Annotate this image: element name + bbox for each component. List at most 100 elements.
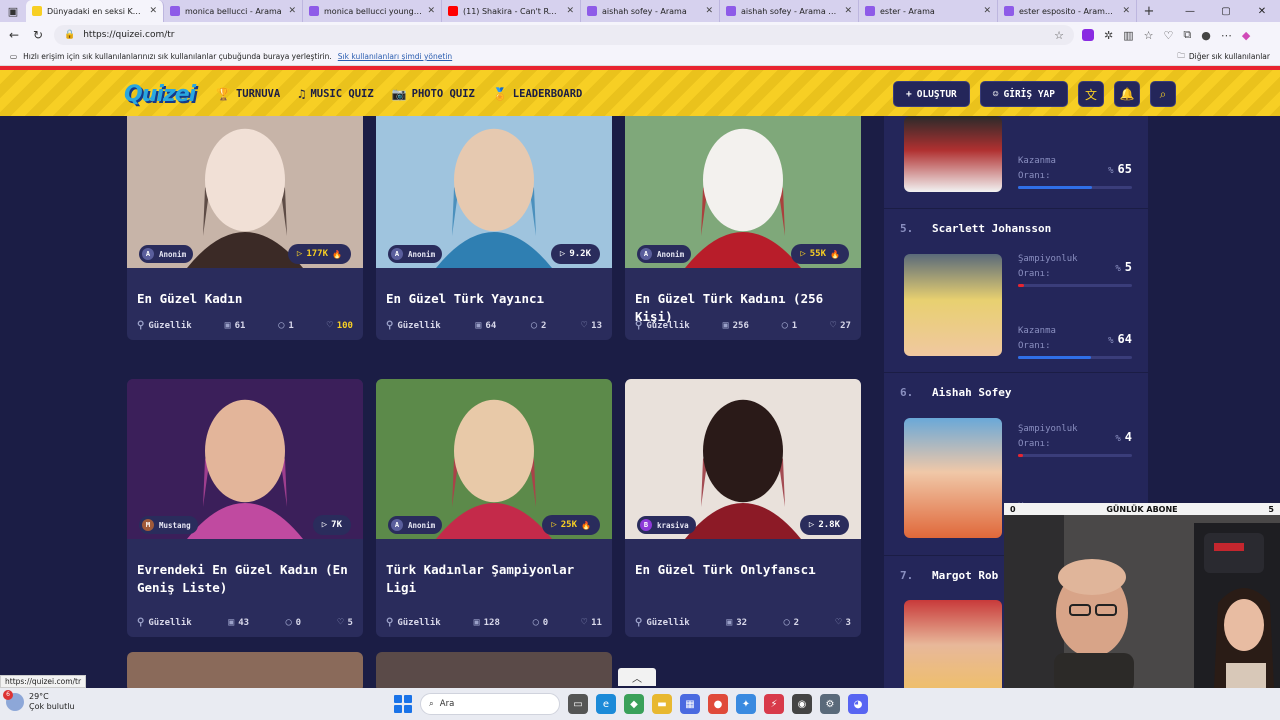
quiz-card-title[interactable]: En Güzel Kadın [137,290,353,308]
extension-icon[interactable] [1082,29,1094,41]
meta-likes[interactable]: ♡ 11 [581,617,602,628]
tab-strip: Dünyadaki en seksi Kadın k✕monica belluc… [26,0,1137,22]
browser-essentials-icon[interactable]: ♡ [1164,29,1174,42]
tab-close-icon[interactable]: ✕ [844,6,852,16]
collections-icon[interactable]: ⧉ [1183,28,1191,42]
meta-likes[interactable]: ♡ 27 [830,320,851,331]
favorite-star-icon[interactable]: ☆ [1054,29,1064,42]
app-icon-2[interactable]: ⚡ [764,694,784,714]
quiz-card-partial[interactable] [127,652,363,688]
nav-link-music-quiz[interactable]: ♫ MUSIC QUIZ [298,87,373,101]
task-view-icon[interactable]: ▭ [568,694,588,714]
quiz-card[interactable]: A Anonim ▷ 9.2K En Güzel Türk Yayıncı ⚲ Güzell… [376,116,612,340]
chrome-icon[interactable]: ● [708,694,728,714]
browser-tab[interactable]: Dünyadaki en seksi Kadın k ✕ [26,0,164,22]
tab-close-icon[interactable]: ✕ [149,6,157,16]
tab-close-icon[interactable]: ✕ [983,6,991,16]
meta-items-value: 64 [485,320,497,331]
discord-icon[interactable]: ◕ [848,694,868,714]
tab-close-icon[interactable]: ✕ [705,6,713,16]
tab-actions-icon[interactable]: ▣ [0,0,26,22]
tab-close-icon[interactable]: ✕ [427,6,435,16]
meta-category[interactable]: ⚲ Güzellik [635,320,690,331]
other-favorites[interactable]: 🗀 Diğer sık kullanılanlar [1177,50,1270,63]
meta-category[interactable]: ⚲ Güzellik [386,320,441,331]
browser-tab[interactable]: (11) Shakira - Can't Remem ✕ [442,0,581,22]
site-logo[interactable]: Quizei [124,82,196,107]
scroll-to-top-button[interactable]: ︿ [618,668,656,686]
copilot-app-icon[interactable]: ◆ [624,694,644,714]
tab-close-icon[interactable]: ✕ [1122,6,1130,16]
meta-items: ▣ 61 [225,320,246,331]
taskbar-search[interactable]: ⌕ Ara [420,693,560,715]
login-button[interactable]: ☺ GİRİŞ YAP [979,81,1068,107]
quiz-card[interactable]: A Anonim ▷ 177K 🔥 En Güzel Kadın ⚲ Güzellik ▣ 61 ◯… [127,116,363,340]
header-actions: + OLUŞTUR ☺ GİRİŞ YAP 文 🔔 ⌕ [893,81,1176,107]
nav-link-leaderboard[interactable]: 🏅 LEADERBOARD [493,87,583,101]
meta-category[interactable]: ⚲ Güzellik [635,617,690,628]
browser-tab[interactable]: aishah sofey - Arama ✕ [581,0,720,22]
maximize-button[interactable]: ▢ [1208,0,1244,22]
meta-category-value: Güzellik [148,320,192,331]
search-button[interactable]: ⌕ [1150,81,1176,107]
split-screen-icon[interactable]: ▥ [1123,29,1133,42]
translate-button[interactable]: 文 [1078,81,1104,107]
stat-label: Şampiyonluk Oranı: [1018,252,1078,282]
puzzle-icon[interactable]: ✲ [1104,29,1113,42]
copilot-icon[interactable]: ◆ [1242,29,1250,42]
quiz-card-title[interactable]: En Güzel Türk Yayıncı [386,290,602,308]
tab-close-icon[interactable]: ✕ [288,6,296,16]
meta-category[interactable]: ⚲ Güzellik [137,617,192,628]
browser-tab[interactable]: monica bellucci young - Ar ✕ [303,0,442,22]
browser-tab[interactable]: monica bellucci - Arama ✕ [164,0,303,22]
meta-category[interactable]: ⚲ Güzellik [386,617,441,628]
close-window-button[interactable]: ✕ [1244,0,1280,22]
edge-icon[interactable]: e [596,694,616,714]
meta-likes[interactable]: ♡ 3 [836,617,851,628]
favorites-icon[interactable]: ☆ [1144,29,1154,42]
meta-likes[interactable]: ♡ 5 [338,617,353,628]
browser-tab[interactable]: aishah sofey - Arama Resim ✕ [720,0,859,22]
notifications-button[interactable]: 🔔 [1114,81,1140,107]
quiz-card-title[interactable]: Evrendeki En Güzel Kadın (En Geniş Liste… [137,561,353,597]
nav-label: TURNUVA [235,88,281,100]
weather-widget[interactable]: 6 29°C Çok bulutlu [3,690,75,712]
quiz-card-title[interactable]: En Güzel Türk Onlyfanscı [635,561,851,579]
app-icon-1[interactable]: ✦ [736,694,756,714]
obs-icon[interactable]: ◉ [792,694,812,714]
stat-label-line1: Kazanma [1018,326,1056,336]
leaderboard-name[interactable]: Aishah Sofey [932,386,1011,399]
meta-items: ▣ 256 [723,320,749,331]
quiz-card-partial[interactable] [376,652,612,688]
create-button[interactable]: + OLUŞTUR [893,81,970,107]
settings-icon[interactable]: ⚙ [820,694,840,714]
meta-items: ▣ 32 [726,617,747,628]
profile-icon[interactable]: ● [1201,29,1211,42]
back-icon[interactable]: ← [6,28,22,42]
quiz-card[interactable]: A Anonim ▷ 25K 🔥 Türk Kadınlar Şampiyonlar Li… [376,379,612,637]
leaderboard-name[interactable]: Margot Rob [932,569,998,582]
nav-link-photo-quiz[interactable]: 📷 PHOTO QUIZ [392,87,475,101]
refresh-icon[interactable]: ↻ [30,28,46,42]
start-button[interactable] [394,695,412,713]
url-field[interactable]: 🔒 https://quizei.com/tr ☆ [54,25,1074,45]
quiz-card[interactable]: Bkrasiva ▷ 2.8K En Güzel Türk Onlyfanscı ⚲ Gü… [625,379,861,637]
nav-link-turnuva[interactable]: 🏆 TURNUVA [216,87,280,101]
quiz-card-title[interactable]: Türk Kadınlar Şampiyonlar Ligi [386,561,602,597]
meta-likes[interactable]: ♡ 13 [581,320,602,331]
quiz-card[interactable]: A Anonim ▷ 55K 🔥 En Güzel Türk Kadını (256 Ki… [625,116,861,340]
more-icon[interactable]: ⋯ [1221,29,1232,42]
browser-tab[interactable]: ester esposito - Arama Res ✕ [998,0,1137,22]
meta-likes[interactable]: ♡ 100 [327,320,353,331]
minimize-button[interactable]: — [1172,0,1208,22]
new-tab-button[interactable]: + [1137,4,1161,19]
leaderboard-name[interactable]: Scarlett Johansson [932,222,1051,235]
quiz-card[interactable]: M Mustang ▷ 7K Evrendeki En Güzel Kadın (En … [127,379,363,637]
store-icon[interactable]: ▦ [680,694,700,714]
manage-favorites-link[interactable]: Sık kullanılanları şimdi yönetin [338,52,452,61]
tab-close-icon[interactable]: ✕ [566,6,574,16]
meta-category[interactable]: ⚲ Güzellik [137,320,192,331]
images-icon: ▣ [473,617,480,628]
file-explorer-icon[interactable]: ▬ [652,694,672,714]
browser-tab[interactable]: ester - Arama ✕ [859,0,998,22]
